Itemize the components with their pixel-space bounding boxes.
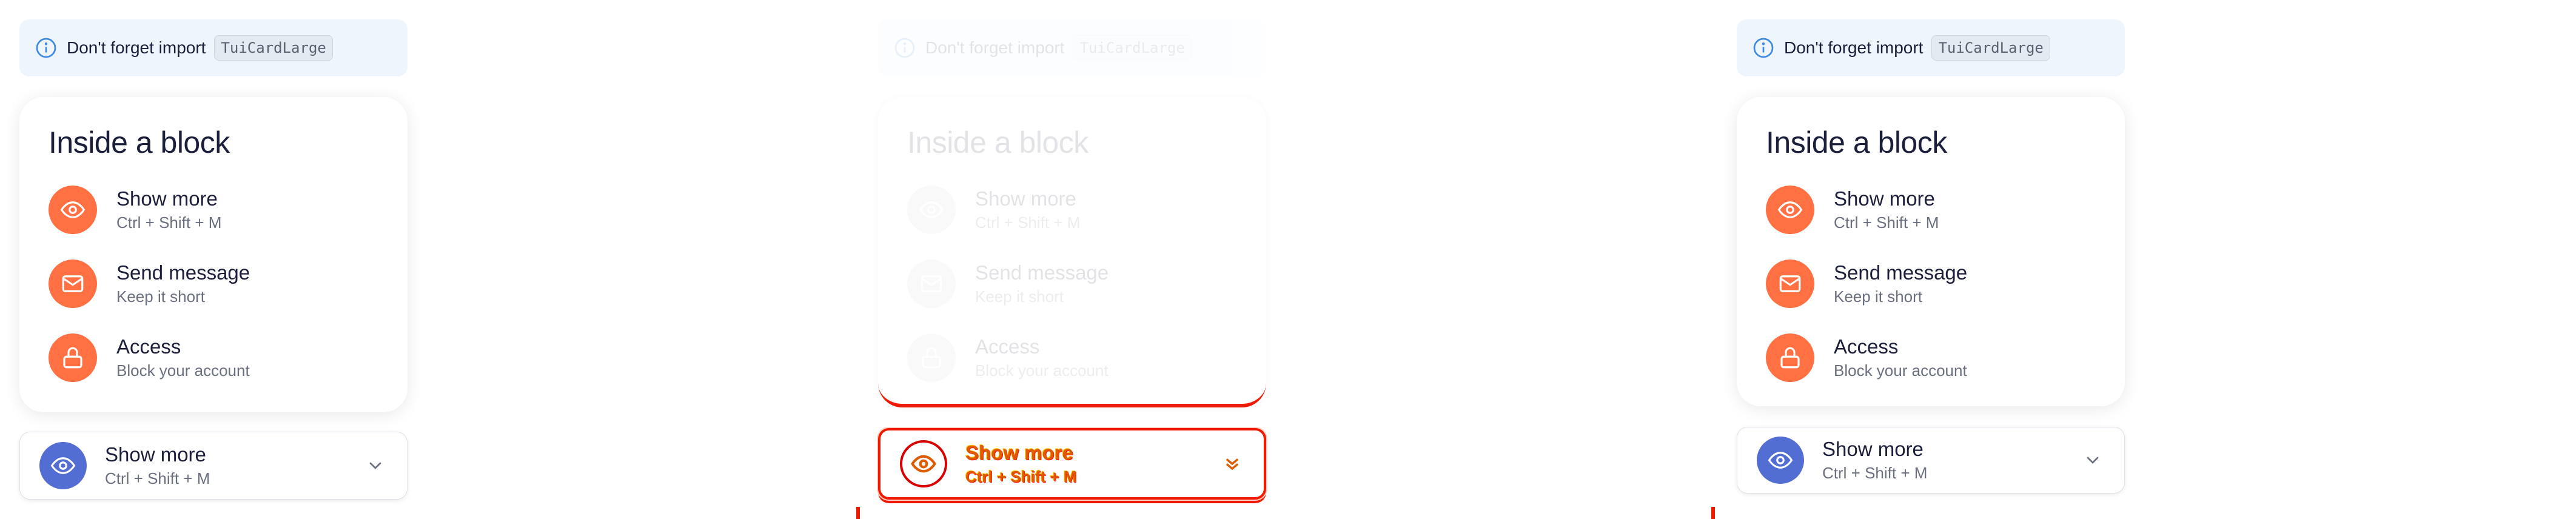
block-card: Inside a block Show more Ctrl + Shift + … xyxy=(19,97,408,412)
select-subtitle: Ctrl + Shift + M xyxy=(1822,464,1928,482)
list-item-access[interactable]: Access Block your account xyxy=(907,333,1237,382)
select-subtitle: Ctrl + Shift + M xyxy=(965,467,1077,486)
block-card: Inside a block Show more Ctrl + Shift + … xyxy=(878,97,1266,407)
list-item-send-message[interactable]: Send message Keep it short xyxy=(49,260,378,308)
eye-icon xyxy=(900,440,947,487)
item-subtitle: Block your account xyxy=(116,361,250,380)
select-title: Show more xyxy=(965,441,1073,464)
list-item-send-message[interactable]: Send message Keep it short xyxy=(1766,260,2096,308)
item-subtitle: Keep it short xyxy=(1834,287,1922,306)
item-title: Send message xyxy=(116,261,250,284)
import-notice: Don't forget import TuiCardLarge xyxy=(19,19,408,76)
item-subtitle: Block your account xyxy=(1834,361,1967,380)
import-notice: Don't forget import TuiCardLarge xyxy=(878,19,1266,76)
import-notice: Don't forget import TuiCardLarge xyxy=(1737,19,2125,76)
mail-icon xyxy=(1766,260,1814,308)
notice-text: Don't forget import xyxy=(67,38,206,57)
eye-icon xyxy=(1757,437,1804,484)
block-title: Inside a block xyxy=(49,126,230,159)
chevron-down-icon[interactable] xyxy=(1223,454,1242,474)
block-title: Inside a block xyxy=(1766,126,1947,159)
item-subtitle: Ctrl + Shift + M xyxy=(975,213,1081,232)
item-subtitle: Keep it short xyxy=(975,287,1064,306)
lock-icon xyxy=(49,333,97,382)
notice-code: TuiCardLarge xyxy=(1073,35,1192,61)
select-card[interactable]: Show more Ctrl + Shift + M xyxy=(878,428,1266,500)
diff-marker xyxy=(1711,507,1715,519)
chevron-down-icon[interactable] xyxy=(366,456,385,475)
select-title: Show more xyxy=(105,443,206,466)
eye-icon xyxy=(39,442,87,489)
info-icon xyxy=(894,37,916,59)
item-title: Access xyxy=(1834,335,1899,358)
select-card[interactable]: Show more Ctrl + Shift + M xyxy=(1737,427,2125,494)
item-subtitle: Ctrl + Shift + M xyxy=(116,213,222,232)
diff-marker xyxy=(856,507,860,519)
block-card: Inside a block Show more Ctrl + Shift + … xyxy=(1737,97,2125,406)
notice-text: Don't forget import xyxy=(1784,38,1924,57)
list-item-access[interactable]: Access Block your account xyxy=(49,333,378,382)
eye-icon xyxy=(1766,186,1814,234)
list-item-show-more[interactable]: Show more Ctrl + Shift + M xyxy=(907,186,1237,234)
notice-code: TuiCardLarge xyxy=(214,35,333,61)
eye-icon xyxy=(907,186,956,234)
demo-panel-3: Don't forget import TuiCardLarge Inside … xyxy=(1737,0,2125,519)
item-subtitle: Keep it short xyxy=(116,287,205,306)
item-title: Access xyxy=(116,335,181,358)
item-title: Access xyxy=(975,335,1040,358)
item-title: Show more xyxy=(975,187,1076,210)
lock-icon xyxy=(907,333,956,382)
notice-text: Don't forget import xyxy=(925,38,1065,57)
item-title: Send message xyxy=(1834,261,1968,284)
item-title: Show more xyxy=(116,187,218,210)
info-icon xyxy=(35,37,57,59)
demo-panel-1: Don't forget import TuiCardLarge Inside … xyxy=(19,0,408,519)
block-title: Inside a block xyxy=(907,126,1088,159)
item-subtitle: Block your account xyxy=(975,361,1109,380)
item-subtitle: Ctrl + Shift + M xyxy=(1834,213,1939,232)
chevron-down-icon[interactable] xyxy=(2083,450,2102,470)
mail-icon xyxy=(49,260,97,308)
select-subtitle: Ctrl + Shift + M xyxy=(105,469,210,487)
item-title: Send message xyxy=(975,261,1109,284)
item-title: Show more xyxy=(1834,187,1935,210)
list-item-access[interactable]: Access Block your account xyxy=(1766,333,2096,382)
demo-panel-2: Don't forget import TuiCardLarge Inside … xyxy=(856,0,1266,519)
list-item-send-message[interactable]: Send message Keep it short xyxy=(907,260,1237,308)
notice-code: TuiCardLarge xyxy=(1931,35,2050,61)
select-card[interactable]: Show more Ctrl + Shift + M xyxy=(19,432,408,500)
lock-icon xyxy=(1766,333,1814,382)
list-item-show-more[interactable]: Show more Ctrl + Shift + M xyxy=(1766,186,2096,234)
info-icon xyxy=(1753,37,1774,59)
mail-icon xyxy=(907,260,956,308)
select-title: Show more xyxy=(1822,438,1924,460)
eye-icon xyxy=(49,186,97,234)
list-item-show-more[interactable]: Show more Ctrl + Shift + M xyxy=(49,186,378,234)
